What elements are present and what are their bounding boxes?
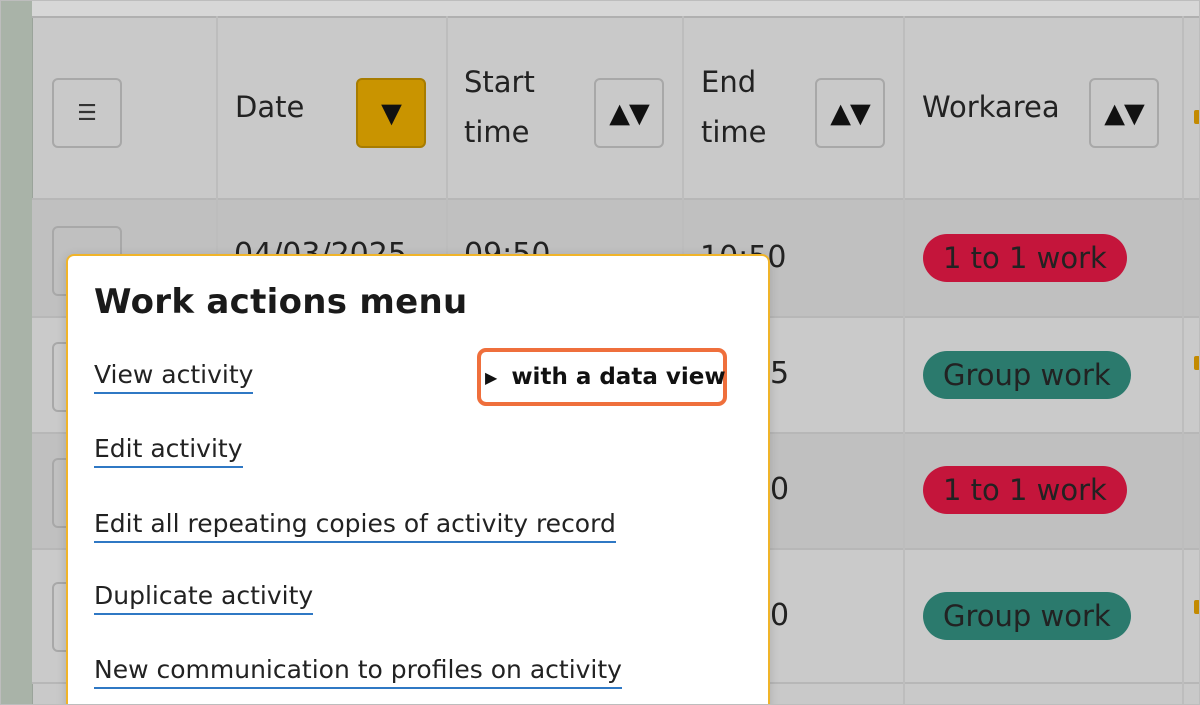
column-menu-button[interactable]: ☰	[52, 78, 122, 148]
duplicate-activity-link[interactable]: Duplicate activity	[94, 581, 314, 615]
sort-icon: ▲▼	[609, 97, 650, 129]
play-triangle-icon: ▶	[485, 367, 498, 387]
date-sort-button[interactable]: ▼	[356, 78, 426, 148]
column-header-workarea: Workarea	[922, 90, 1060, 124]
menu-title: Work actions menu	[94, 282, 468, 322]
column-header-end-time-line1: End	[701, 65, 757, 99]
column-header-date: Date	[235, 90, 305, 124]
offscreen-column-marker	[1194, 110, 1200, 124]
start-time-sort-button[interactable]: ▲▼	[594, 78, 664, 148]
app-frame: ☰ Date ▼ Start time ▲▼ End time ▲▼ Worka…	[0, 0, 1200, 705]
column-divider	[1182, 16, 1184, 705]
left-sidebar-strip	[0, 0, 33, 705]
edit-activity-link[interactable]: Edit activity	[94, 434, 243, 468]
column-divider	[903, 16, 905, 705]
sort-icon: ▲▼	[830, 97, 871, 129]
hamburger-icon: ☰	[77, 100, 97, 126]
cell-end-time: 0	[770, 472, 790, 507]
column-header-start-time-line2: time	[464, 115, 530, 149]
cell-end-time: 0	[770, 598, 790, 633]
workarea-badge: 1 to 1 work	[923, 466, 1127, 514]
work-actions-menu: Work actions menu View activity ▶ with a…	[66, 254, 770, 705]
workarea-badge: 1 to 1 work	[923, 234, 1127, 282]
workarea-badge: Group work	[923, 351, 1131, 399]
data-view-label: with a data view	[511, 364, 726, 390]
workarea-badge: Group work	[923, 592, 1131, 640]
view-activity-link[interactable]: View activity	[94, 360, 254, 394]
cell-end-time: 5	[770, 356, 790, 391]
column-header-end-time-line2: time	[701, 115, 767, 149]
end-time-sort-button[interactable]: ▲▼	[815, 78, 885, 148]
offscreen-column-marker	[1194, 600, 1200, 614]
new-communication-link[interactable]: New communication to profiles on activit…	[94, 655, 622, 689]
sort-descending-icon: ▼	[381, 97, 402, 129]
edit-repeating-copies-link[interactable]: Edit all repeating copies of activity re…	[94, 509, 616, 543]
view-with-data-view-button[interactable]: ▶ with a data view	[477, 348, 727, 406]
sort-icon: ▲▼	[1104, 97, 1145, 129]
offscreen-column-marker	[1194, 356, 1200, 370]
top-strip	[32, 0, 1200, 18]
workarea-sort-button[interactable]: ▲▼	[1089, 78, 1159, 148]
column-header-start-time-line1: Start	[464, 65, 535, 99]
row-divider	[32, 198, 1200, 200]
